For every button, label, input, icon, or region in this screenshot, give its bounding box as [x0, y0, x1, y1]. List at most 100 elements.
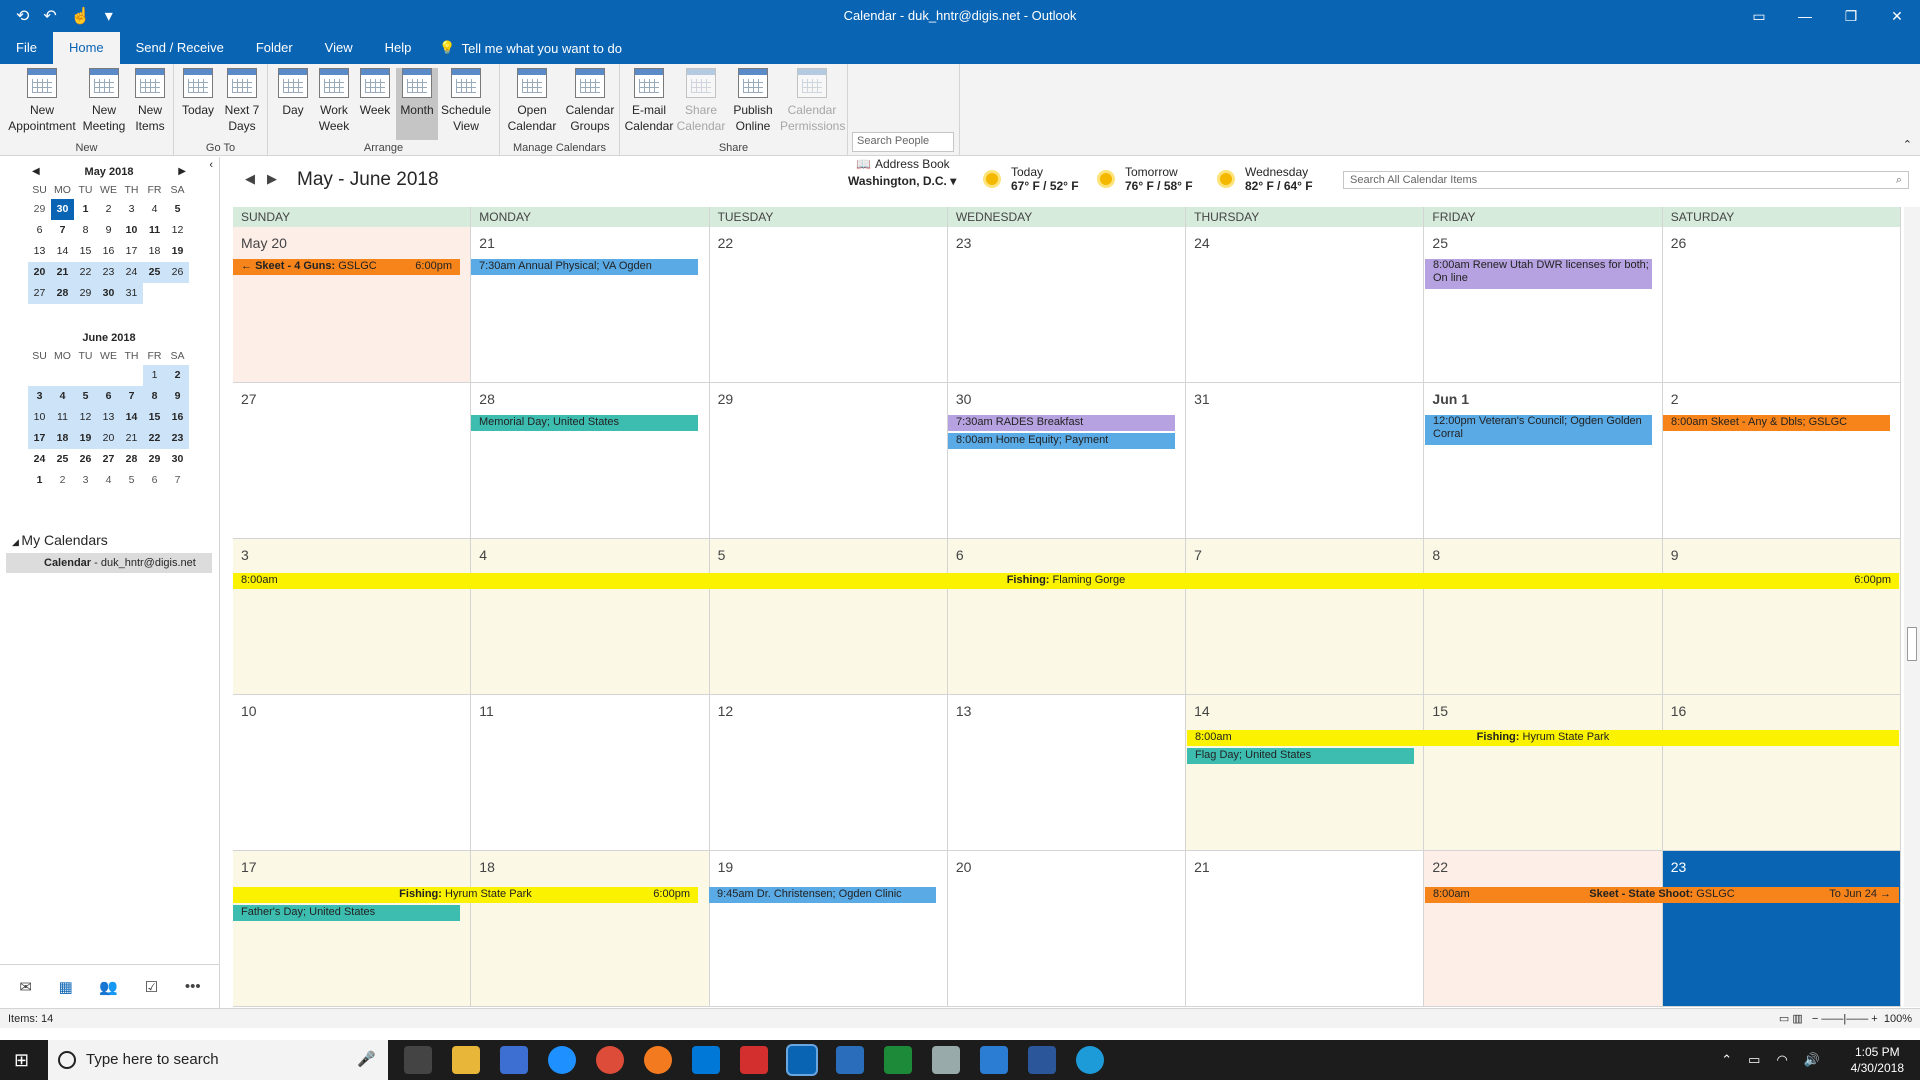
mini-day[interactable]: 28: [51, 283, 74, 304]
mini-day[interactable]: 1: [74, 199, 97, 220]
event-home-equity[interactable]: 8:00am Home Equity; Payment: [948, 433, 1175, 449]
day-cell[interactable]: 22: [709, 227, 948, 383]
word-icon[interactable]: [1028, 1046, 1056, 1074]
minimize-icon[interactable]: —: [1782, 0, 1828, 32]
mini-day[interactable]: 30: [166, 449, 189, 470]
day-cell[interactable]: Jun 1: [1424, 383, 1663, 539]
mini-day[interactable]: 6: [143, 470, 166, 491]
day-cell[interactable]: 15: [1424, 695, 1663, 851]
tab-help[interactable]: Help: [369, 32, 428, 64]
event-fishing-flaming-gorge[interactable]: 8:00am Fishing: Flaming Gorge 6:00pm: [233, 573, 1899, 589]
file-explorer-icon[interactable]: [452, 1046, 480, 1074]
close-icon[interactable]: ✕: [1874, 0, 1920, 32]
event-skeet-any-dbls[interactable]: 8:00am Skeet - Any & Dbls; GSLGC: [1663, 415, 1890, 431]
document-viewer-icon[interactable]: [932, 1046, 960, 1074]
mini-day[interactable]: 20: [97, 428, 120, 449]
my-calendars-header[interactable]: ◢ My Calendars: [12, 532, 108, 548]
next-month-icon[interactable]: ▶: [178, 163, 186, 181]
day-cell[interactable]: 28: [471, 383, 710, 539]
day-cell[interactable]: 3: [233, 539, 472, 695]
day-cell[interactable]: 21: [471, 227, 710, 383]
day-cell[interactable]: 12: [709, 695, 948, 851]
outlook-app-icon[interactable]: [836, 1046, 864, 1074]
day-cell[interactable]: 2: [1662, 383, 1901, 539]
day-view-button[interactable]: Day: [274, 68, 312, 118]
restore-icon[interactable]: ❐: [1828, 0, 1874, 32]
mini-day[interactable]: 31: [120, 283, 143, 304]
mini-day[interactable]: 16: [97, 241, 120, 262]
day-cell[interactable]: 23: [947, 227, 1187, 383]
mini-day[interactable]: 3: [28, 386, 51, 407]
day-cell[interactable]: 9: [1662, 539, 1901, 695]
day-cell[interactable]: 4: [471, 539, 710, 695]
mini-day[interactable]: 8: [143, 386, 166, 407]
tell-me-box[interactable]: 💡 Tell me what you want to do: [427, 32, 622, 64]
event-memorial-day[interactable]: Memorial Day; United States: [471, 415, 698, 431]
day-cell[interactable]: 26: [1662, 227, 1901, 383]
day-cell[interactable]: 25: [1424, 227, 1663, 383]
mini-day[interactable]: 11: [143, 220, 166, 241]
mini-day[interactable]: 16: [166, 407, 189, 428]
mini-day[interactable]: 15: [143, 407, 166, 428]
mini-day[interactable]: 2: [166, 365, 189, 386]
taskbar-search-box[interactable]: Type here to search 🎤: [48, 1040, 388, 1080]
mini-day[interactable]: 4: [97, 470, 120, 491]
tab-send-receive[interactable]: Send / Receive: [120, 32, 240, 64]
mini-day[interactable]: 24: [28, 449, 51, 470]
calendar-list-item[interactable]: Calendar - duk_hntr@digis.net: [6, 553, 212, 573]
mini-day[interactable]: 7: [166, 470, 189, 491]
day-cell[interactable]: 16: [1662, 695, 1901, 851]
collapse-ribbon-icon[interactable]: ⌃: [1903, 138, 1912, 151]
day-cell[interactable]: 10: [233, 695, 472, 851]
mini-day[interactable]: 6: [97, 386, 120, 407]
tab-file[interactable]: File: [0, 32, 53, 64]
tasks-icon[interactable]: ☑: [145, 978, 158, 996]
mini-day[interactable]: 5: [166, 199, 189, 220]
mini-day-today[interactable]: 30: [51, 199, 74, 220]
tab-view[interactable]: View: [309, 32, 369, 64]
tab-folder[interactable]: Folder: [240, 32, 309, 64]
event-skeet-state-shoot[interactable]: 8:00am Skeet - State Shoot: GSLGC To Jun 2…: [1425, 887, 1899, 903]
more-icon[interactable]: •••: [185, 978, 201, 995]
mini-day[interactable]: 23: [97, 262, 120, 283]
mini-day[interactable]: 26: [166, 262, 189, 283]
mini-day[interactable]: 2: [97, 199, 120, 220]
month-view-button[interactable]: Month: [396, 68, 438, 140]
day-cell[interactable]: 18: [471, 851, 710, 1007]
mini-day[interactable]: 17: [28, 428, 51, 449]
chrome-icon[interactable]: [596, 1046, 624, 1074]
mini-day[interactable]: 9: [166, 386, 189, 407]
day-cell[interactable]: May 20: [233, 227, 472, 383]
search-people-input[interactable]: Search People: [852, 132, 954, 152]
day-cell[interactable]: 20: [947, 851, 1187, 1007]
mini-day[interactable]: 4: [143, 199, 166, 220]
mini-day[interactable]: 9: [97, 220, 120, 241]
day-cell[interactable]: 23: [1662, 851, 1901, 1007]
mini-day[interactable]: 19: [166, 241, 189, 262]
prev-period-icon[interactable]: ◀: [245, 171, 255, 187]
vertical-scrollbar[interactable]: [1904, 207, 1920, 1007]
day-cell[interactable]: 30: [947, 383, 1187, 539]
prev-month-icon[interactable]: ◀: [32, 163, 40, 181]
calendar-search-input[interactable]: Search All Calendar Items ⌕: [1343, 171, 1909, 189]
collapse-pane-icon[interactable]: ‹: [209, 159, 213, 171]
event-annual-physical[interactable]: 7:30am Annual Physical; VA Ogden: [471, 259, 698, 275]
mini-day[interactable]: 27: [97, 449, 120, 470]
mini-day[interactable]: 11: [51, 407, 74, 428]
day-cell[interactable]: 24: [1186, 227, 1425, 383]
day-cell[interactable]: 13: [947, 695, 1187, 851]
mini-day[interactable]: 5: [120, 470, 143, 491]
mini-day[interactable]: 6: [28, 220, 51, 241]
mini-day[interactable]: 28: [120, 449, 143, 470]
new-meeting-button[interactable]: New Meeting: [82, 68, 126, 134]
event-fishing-hyrum-2[interactable]: Fishing: Hyrum State Park 6:00pm: [233, 887, 698, 903]
schedule-view-button[interactable]: Schedule View: [440, 68, 492, 134]
day-cell[interactable]: 29: [709, 383, 948, 539]
firefox-icon[interactable]: [644, 1046, 672, 1074]
zoom-control[interactable]: ▭ ▥ − ——|—— + 100%: [1779, 1009, 1912, 1029]
mini-day[interactable]: 24: [120, 262, 143, 283]
mini-day[interactable]: 14: [120, 407, 143, 428]
calendar-groups-button[interactable]: Calendar Groups: [562, 68, 618, 134]
wifi-icon[interactable]: ◠: [1776, 1052, 1787, 1068]
next-period-icon[interactable]: ▶: [267, 171, 277, 187]
